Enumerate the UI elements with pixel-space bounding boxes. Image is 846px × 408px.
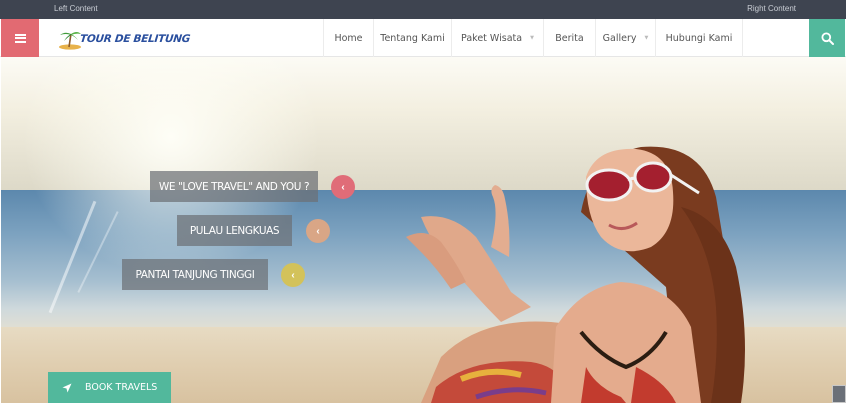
chevron-left-icon[interactable]: ‹: [281, 263, 305, 287]
logo-text: TOUR DE BELITUNG: [79, 33, 191, 45]
nav-item-label: Paket Wisata: [461, 32, 523, 44]
top-bar: Left Content Right Content: [0, 0, 846, 19]
nav-item-label: Gallery: [602, 32, 637, 44]
chevron-down-icon: ▼: [644, 35, 649, 41]
search-icon: [821, 32, 834, 45]
chevron-left-icon[interactable]: ‹: [331, 175, 355, 199]
book-travels-label: BOOK TRAVELS: [85, 382, 158, 393]
site-logo[interactable]: TOUR DE BELITUNG: [58, 28, 191, 50]
nav-item-home[interactable]: Home: [323, 19, 373, 57]
chevron-left-icon[interactable]: ‹: [306, 219, 330, 243]
nav-item-berita[interactable]: Berita: [543, 19, 595, 57]
hamburger-icon: [14, 33, 26, 43]
main-header: TOUR DE BELITUNG Home Tentang Kami Paket…: [0, 19, 846, 57]
location-arrow-icon: [48, 383, 85, 393]
hero-slider: WE "LOVE TRAVEL" AND YOU ? ‹ PULAU LENGK…: [1, 57, 846, 403]
hero-slide-tab[interactable]: PANTAI TANJUNG TINGGI: [122, 259, 268, 290]
chevron-down-icon: ▼: [530, 35, 534, 41]
nav-item-label: Berita: [555, 32, 584, 44]
nav-item-paket-wisata[interactable]: Paket Wisata ▼: [451, 19, 543, 57]
hero-slide-tab[interactable]: PULAU LENGKUAS: [177, 215, 292, 246]
nav-item-hubungi-kami[interactable]: Hubungi Kami: [655, 19, 743, 57]
corner-widget[interactable]: [832, 385, 846, 403]
nav-item-label: Home: [334, 32, 363, 44]
search-button[interactable]: [809, 19, 845, 57]
menu-toggle-button[interactable]: [1, 19, 39, 57]
nav-item-label: Hubungi Kami: [665, 32, 733, 44]
palm-tree-icon: [59, 32, 81, 50]
book-travels-button[interactable]: BOOK TRAVELS: [48, 372, 171, 403]
top-bar-right-content: Right Content: [747, 4, 796, 13]
nav-item-label: Tentang Kami: [380, 32, 445, 44]
hero-woman-image: [406, 146, 745, 403]
nav-item-gallery[interactable]: Gallery ▼: [595, 19, 655, 57]
hero-slide-tab[interactable]: WE "LOVE TRAVEL" AND YOU ?: [150, 171, 318, 202]
nav-item-tentang-kami[interactable]: Tentang Kami: [373, 19, 451, 57]
main-nav: Home Tentang Kami Paket Wisata ▼ Berita G…: [323, 19, 743, 57]
top-bar-left-content: Left Content: [54, 4, 98, 13]
